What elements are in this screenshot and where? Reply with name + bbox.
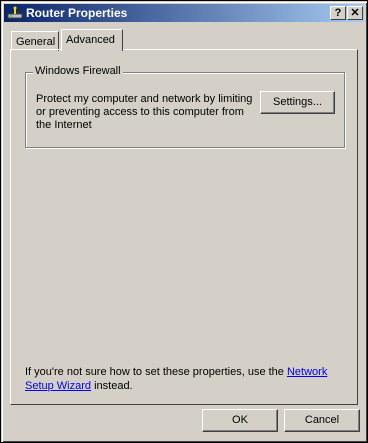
ok-button[interactable]: OK (202, 409, 278, 432)
close-button[interactable]: ✕ (347, 6, 363, 20)
router-properties-dialog: Router Properties ? ✕ General Advanced W… (0, 0, 368, 443)
tab-advanced[interactable]: Advanced (61, 29, 123, 51)
window-title: Router Properties (26, 6, 128, 20)
title-bar[interactable]: Router Properties ? ✕ (4, 4, 364, 22)
router-icon (7, 6, 23, 19)
windows-firewall-group: Windows Firewall Protect my computer and… (25, 65, 345, 148)
tab-general[interactable]: General (11, 31, 59, 51)
tab-advanced-label: Advanced (66, 34, 115, 46)
cancel-button[interactable]: Cancel (284, 409, 360, 432)
group-title: Windows Firewall (33, 65, 123, 77)
advanced-tab-panel: Windows Firewall Protect my computer and… (10, 49, 358, 405)
help-button[interactable]: ? (330, 6, 346, 20)
help-text: If you're not sure how to set these prop… (25, 365, 345, 393)
help-text-prefix: If you're not sure how to set these prop… (25, 366, 287, 378)
tab-general-label: General (16, 36, 56, 48)
help-text-suffix: instead. (91, 380, 133, 392)
settings-button[interactable]: Settings... (260, 91, 335, 114)
firewall-description: Protect my computer and network by limit… (36, 93, 253, 131)
